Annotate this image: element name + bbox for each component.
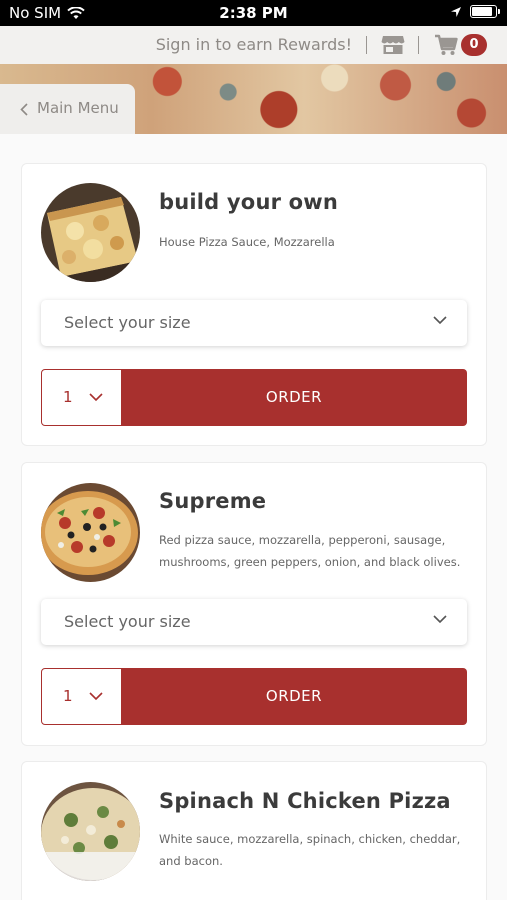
chevron-down-icon <box>89 393 103 402</box>
top-bar: Sign in to earn Rewards! 0 <box>0 26 507 64</box>
battery-fill <box>472 7 492 16</box>
quantity-select[interactable]: 1 <box>41 668 122 725</box>
location-arrow-icon <box>451 6 461 17</box>
divider <box>418 36 419 54</box>
item-description: White sauce, mozzarella, spinach, chicke… <box>159 832 461 868</box>
cart-count-badge[interactable]: 0 <box>461 34 487 56</box>
chevron-left-icon <box>20 103 28 116</box>
order-row: 1 ORDER <box>41 369 467 426</box>
quantity-select[interactable]: 1 <box>41 369 122 426</box>
divider <box>366 36 367 54</box>
order-button[interactable]: ORDER <box>121 369 467 426</box>
battery-icon <box>470 5 500 18</box>
menu-item-card: Supreme Red pizza sauce, mozzarella, pep… <box>21 462 487 746</box>
pizza-image <box>41 483 140 582</box>
sign-in-rewards-link[interactable]: Sign in to earn Rewards! <box>156 35 352 54</box>
clock: 2:38 PM <box>219 4 288 22</box>
size-select-placeholder: Select your size <box>64 612 191 631</box>
menu-item-card: Spinach N Chicken Pizza White sauce, moz… <box>21 761 487 900</box>
cart-icon[interactable] <box>434 34 458 56</box>
quantity-value: 1 <box>63 687 73 705</box>
chevron-down-icon <box>89 692 103 701</box>
item-description: House Pizza Sauce, Mozzarella <box>159 235 335 249</box>
order-row: 1 ORDER <box>41 668 467 725</box>
item-title: Supreme <box>159 489 267 513</box>
item-title: Spinach N Chicken Pizza <box>159 789 451 813</box>
status-bar: No SIM 2:38 PM <box>0 0 507 26</box>
main-menu-back-button[interactable]: Main Menu <box>0 84 135 134</box>
size-select[interactable]: Select your size <box>41 300 467 346</box>
size-select[interactable]: Select your size <box>41 599 467 645</box>
status-right <box>450 5 500 18</box>
item-description: Red pizza sauce, mozzarella, pepperoni, … <box>159 533 461 569</box>
chevron-down-icon <box>433 316 447 325</box>
pizza-image <box>41 183 140 282</box>
size-select-placeholder: Select your size <box>64 313 191 332</box>
menu-item-card: build your own House Pizza Sauce, Mozzar… <box>21 163 487 446</box>
chevron-down-icon <box>433 615 447 624</box>
storefront-icon[interactable] <box>381 35 405 55</box>
main-menu-label: Main Menu <box>37 99 119 117</box>
item-title: build your own <box>159 190 339 214</box>
quantity-value: 1 <box>63 388 73 406</box>
order-button[interactable]: ORDER <box>121 668 467 725</box>
pizza-image <box>41 782 140 881</box>
